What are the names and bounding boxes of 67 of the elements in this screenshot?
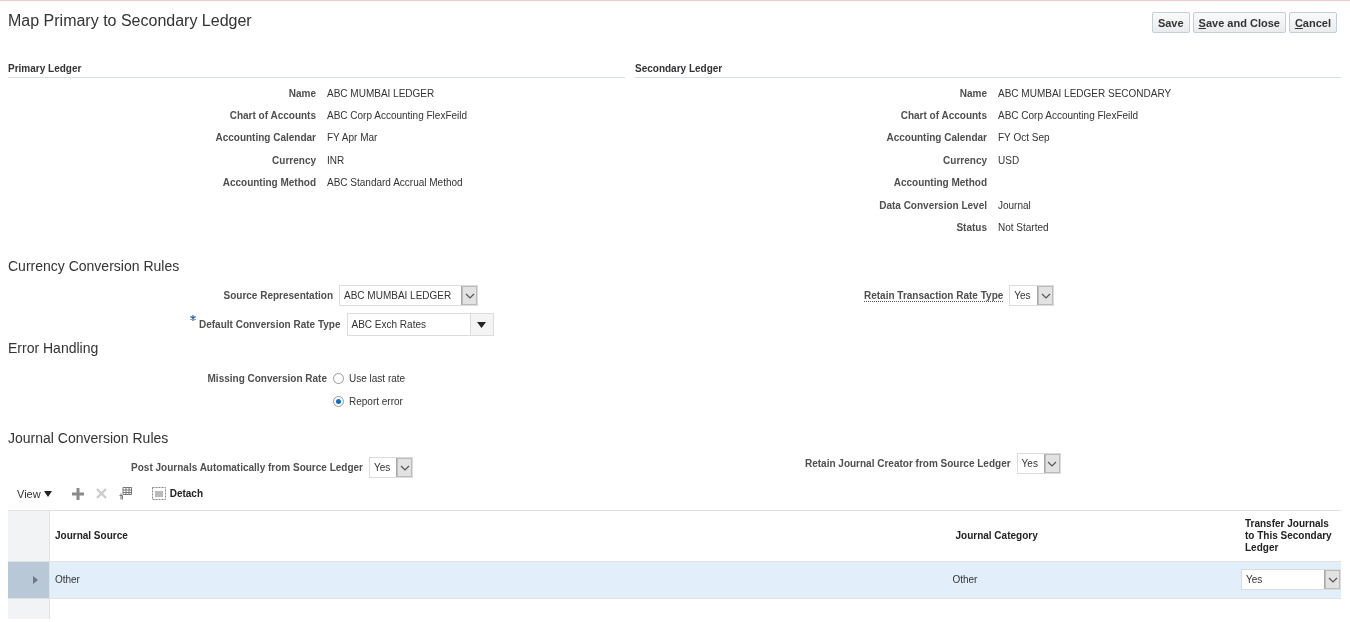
radio-button[interactable] (333, 395, 344, 407)
field-label: Retain Transaction Rate Type (864, 289, 1004, 302)
caret-down-icon (469, 314, 493, 336)
field-value: INR (327, 154, 345, 166)
chevron-down-icon (461, 286, 477, 306)
caret-down-icon (43, 490, 52, 497)
field-value: ABC Corp Accounting FlexFeild (998, 110, 1139, 122)
toolbar-button[interactable]: Save (1151, 12, 1190, 33)
field-value: ABC MUMBAI LEDGER SECONDARY (998, 87, 1172, 99)
field-label: Accounting Method (221, 177, 316, 189)
section-heading: Primary Ledger (8, 63, 625, 78)
dropdown[interactable]: Yes (1009, 285, 1055, 307)
field-label: Name (958, 87, 987, 99)
field-label: Post Journals Automatically from Source Ledger (130, 462, 363, 474)
table-row[interactable]: Other Other Yes (8, 560, 1341, 598)
field-value: ABC MUMBAI LEDGER (327, 87, 435, 99)
field-label: Retain Journal Creator from Source Ledger (805, 458, 1011, 470)
field-label: Status (955, 222, 987, 234)
field-value: FY Apr Mar (327, 132, 378, 144)
field-label: Currency (942, 154, 987, 166)
chevron-down-icon (1037, 286, 1054, 306)
detach-button[interactable]: Detach (151, 487, 203, 501)
field-value: Journal (998, 199, 1031, 211)
field-label: Default Conversion Rate Type (199, 319, 341, 331)
chevron-down-icon (1043, 454, 1060, 474)
field-value: Not Started (998, 222, 1049, 234)
field-value: ABC Standard Accrual Method (327, 177, 463, 189)
table-cell: Other (54, 574, 80, 586)
radio-label[interactable]: Use last rate (349, 372, 406, 384)
field-value: FY Oct Sep (998, 132, 1050, 144)
field-label: Accounting Calendar (214, 132, 316, 144)
section-title: Error Handling (7, 339, 100, 356)
section-heading: Secondary Ledger (635, 63, 1341, 78)
chevron-down-icon (396, 458, 412, 478)
column-header: Transfer Journals to This Secondary Ledger (1245, 517, 1333, 554)
field-label: Data Conversion Level (878, 199, 987, 211)
dropdown[interactable]: ABC Exch Rates (346, 313, 494, 337)
field-value: USD (998, 154, 1020, 166)
field-label: Source Representation (222, 290, 333, 302)
section-title: Currency Conversion Rules (7, 257, 181, 274)
column-header: Journal Source (54, 530, 128, 542)
field-label: Currency (271, 154, 316, 166)
page-title: Map Primary to Secondary Ledger (8, 12, 252, 30)
view-menu[interactable]: View (17, 487, 52, 500)
freeze-icon[interactable] (118, 487, 132, 501)
radio-button[interactable] (333, 372, 344, 384)
expand-icon[interactable] (33, 575, 38, 584)
field-label: Accounting Calendar (885, 132, 987, 144)
toolbar-button[interactable]: Cancel (1288, 12, 1337, 33)
column-header: Journal Category (955, 530, 1038, 542)
section-title: Journal Conversion Rules (7, 429, 170, 446)
table-cell: Other (952, 574, 978, 586)
toolbar-button[interactable]: Save and Close (1192, 12, 1286, 33)
field-label: Name (287, 87, 316, 99)
chevron-down-icon (1324, 570, 1340, 590)
radio-label[interactable]: Report error (349, 395, 403, 407)
dropdown[interactable]: Yes (1241, 569, 1341, 591)
add-icon[interactable] (71, 487, 84, 500)
dropdown[interactable]: Yes (369, 457, 413, 479)
field-label: Chart of Accounts (899, 110, 987, 122)
field-label: Accounting Method (892, 177, 987, 189)
field-label: Chart of Accounts (228, 110, 316, 122)
field-label: Missing Conversion Rate (207, 372, 327, 384)
detach-icon (151, 487, 166, 501)
dropdown[interactable]: ABC MUMBAI LEDGER (339, 285, 478, 307)
dropdown[interactable]: Yes (1016, 453, 1061, 475)
field-value: ABC Corp Accounting FlexFeild (327, 110, 468, 122)
